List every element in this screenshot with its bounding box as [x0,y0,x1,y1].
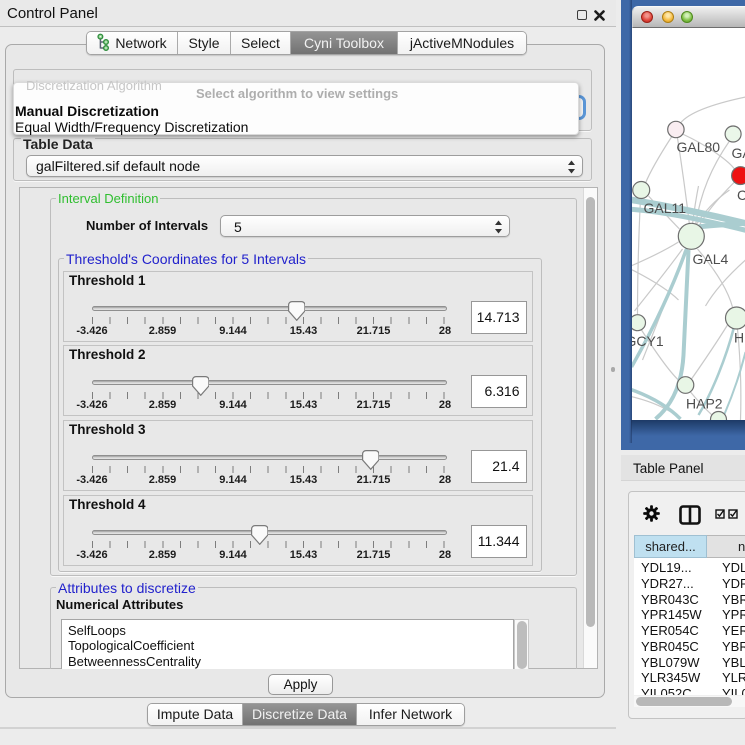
svg-text:GA: GA [731,145,745,161]
svg-text:H: H [734,330,744,346]
svg-text:GAL4: GAL4 [692,251,728,267]
svg-text:GAL11: GAL11 [643,200,686,216]
svg-text:C: C [737,187,745,203]
svg-text:HAP2: HAP2 [686,396,723,412]
svg-text:GCY1: GCY1 [632,333,664,349]
svg-text:GAL80: GAL80 [676,139,720,155]
